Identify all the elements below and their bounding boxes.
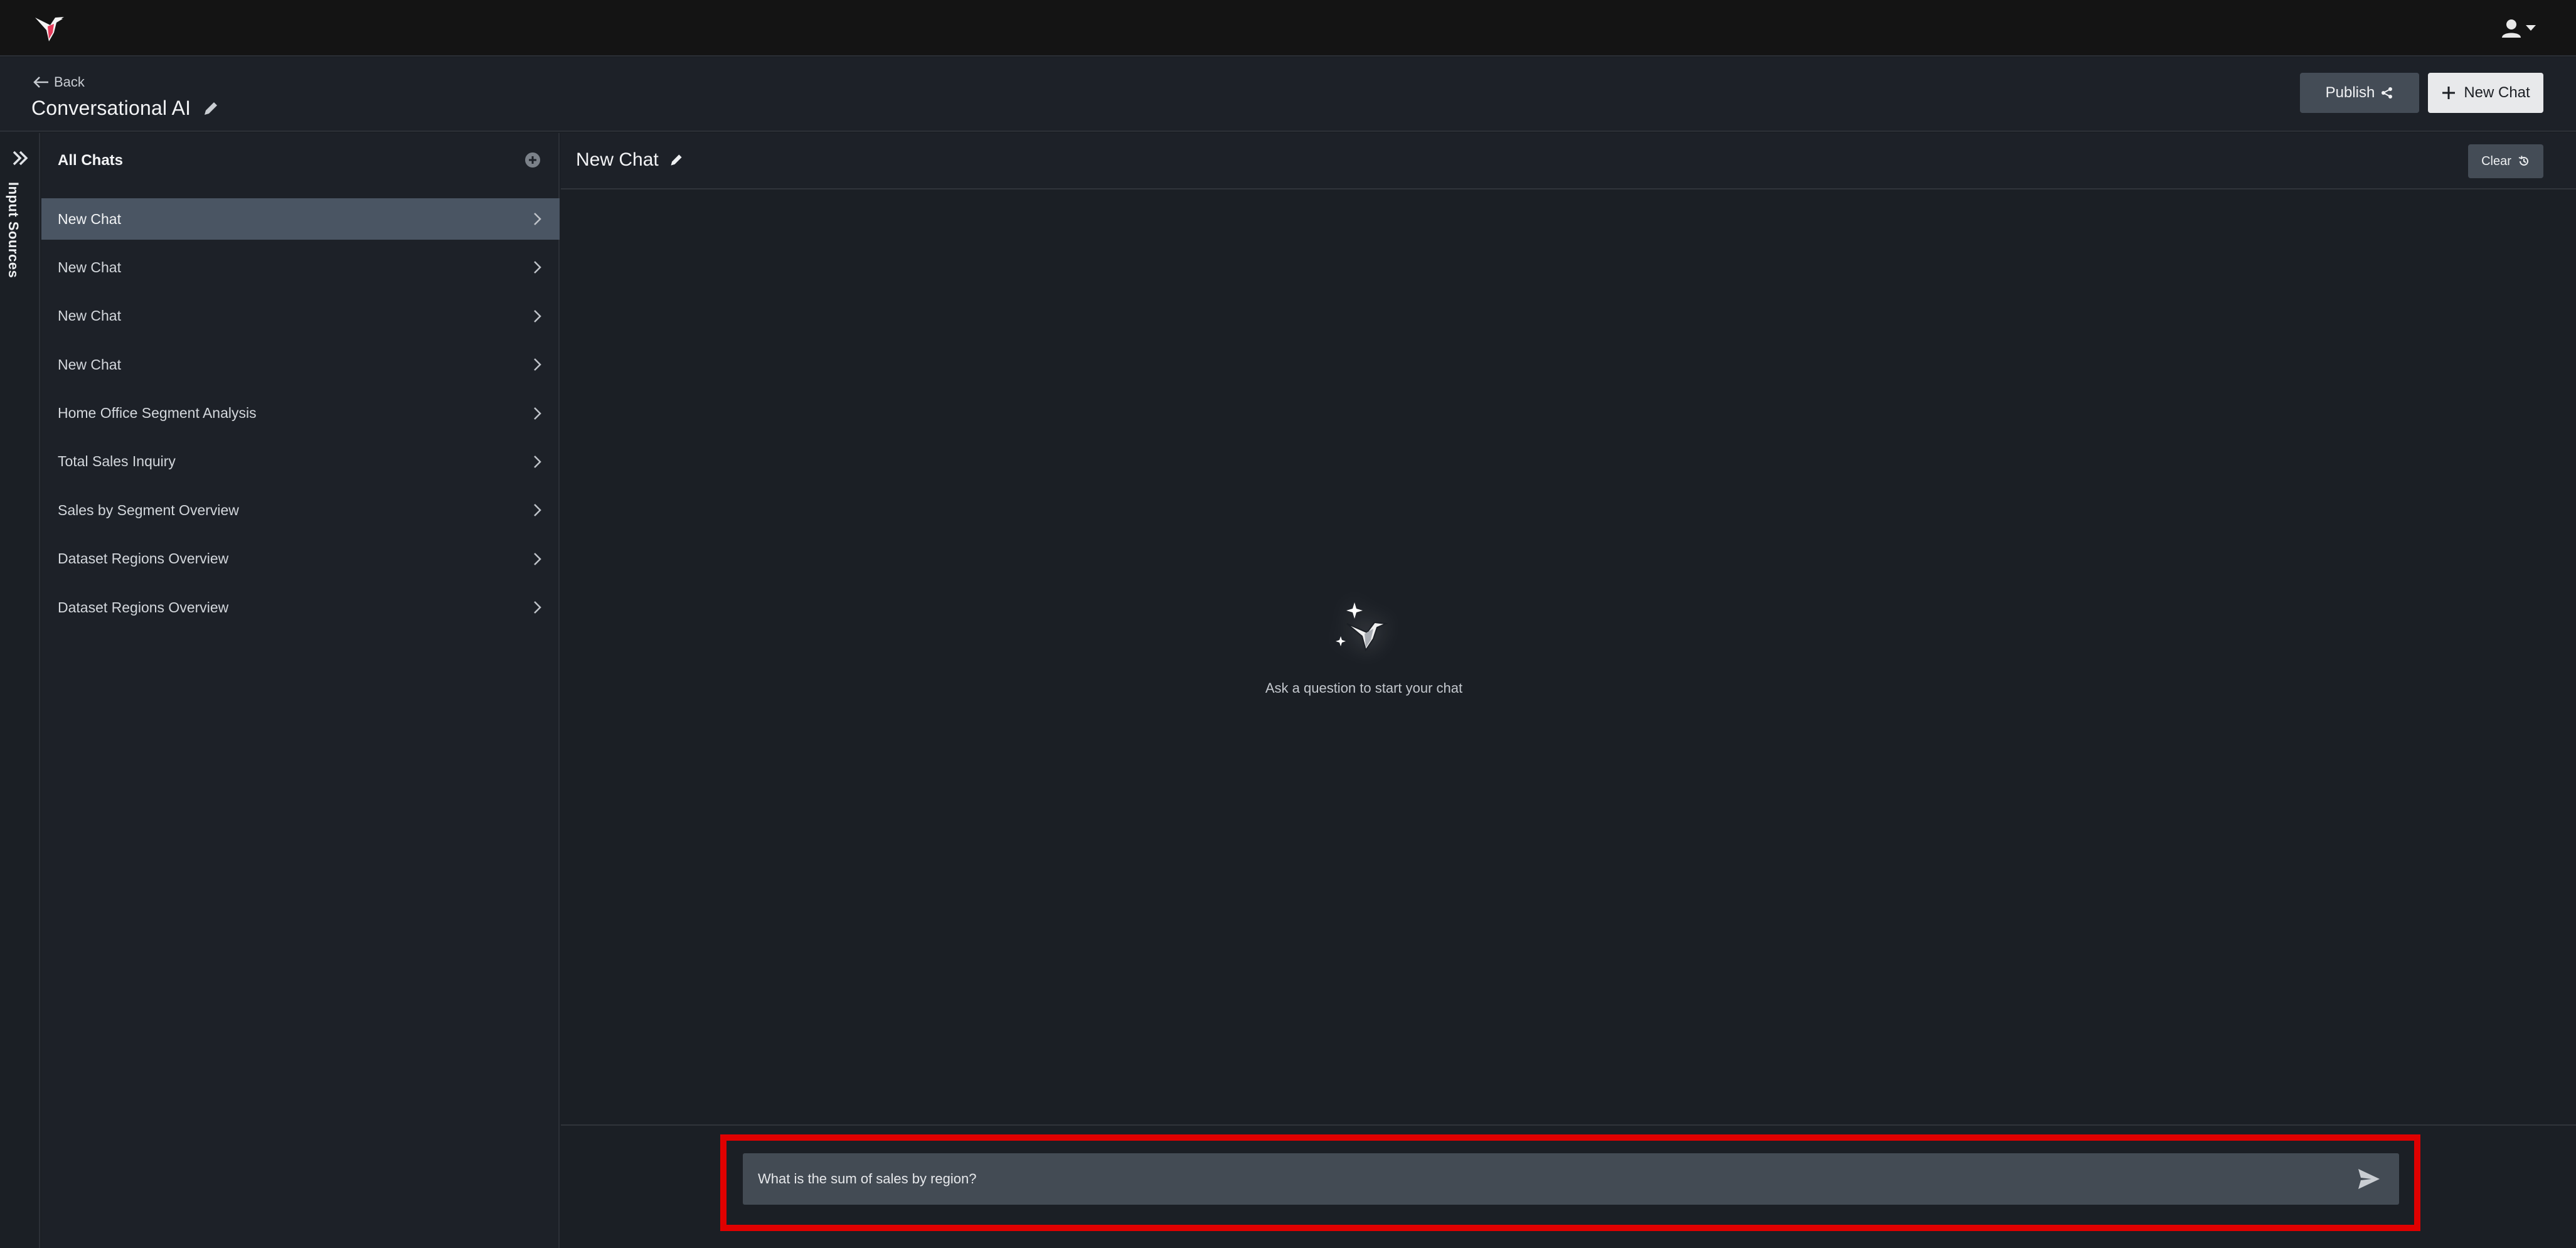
chat-list-item[interactable]: New Chat xyxy=(41,247,560,288)
clear-label: Clear xyxy=(2481,154,2511,168)
chevron-right-icon xyxy=(530,259,545,275)
chevron-right-icon xyxy=(530,502,545,518)
chat-list-item[interactable]: Dataset Regions Overview xyxy=(41,538,560,580)
empty-state: Ask a question to start your chat xyxy=(561,597,2167,696)
top-bar xyxy=(0,0,2576,56)
user-icon xyxy=(2501,18,2522,39)
chevron-right-icon xyxy=(530,308,545,324)
chat-input-container xyxy=(743,1153,2399,1205)
chat-pane: New Chat Clear Ask a question to start y… xyxy=(561,133,2576,1248)
chat-list-item[interactable]: Sales by Segment Overview xyxy=(41,489,560,531)
double-chevron-right-icon[interactable] xyxy=(9,147,31,169)
chat-list-item[interactable]: New Chat xyxy=(41,344,560,385)
chevron-right-icon xyxy=(530,454,545,470)
sparkle-hummingbird-icon xyxy=(1329,597,1398,666)
plus-icon xyxy=(2441,85,2456,100)
arrow-left-icon xyxy=(33,76,49,88)
share-icon xyxy=(2381,87,2393,99)
back-label: Back xyxy=(54,74,85,90)
clear-button[interactable]: Clear xyxy=(2468,144,2543,178)
chat-list-item[interactable]: Total Sales Inquiry xyxy=(41,441,560,483)
chat-list-item-label: Total Sales Inquiry xyxy=(58,453,176,470)
chevron-right-icon xyxy=(530,551,545,567)
publish-label: Publish xyxy=(2325,84,2375,101)
chat-list: New Chat New Chat New Chat New Chat Home Off… xyxy=(41,198,560,636)
pencil-icon[interactable] xyxy=(669,152,684,168)
chevron-right-icon xyxy=(530,599,545,616)
caret-down-icon xyxy=(2526,25,2536,31)
send-button[interactable] xyxy=(2356,1167,2382,1191)
new-chat-label: New Chat xyxy=(2464,84,2530,101)
all-chats-title: All Chats xyxy=(58,152,124,169)
chat-list-item[interactable]: New Chat xyxy=(41,296,560,337)
chat-list-item-label: Dataset Regions Overview xyxy=(58,599,229,616)
chat-list-item-label: Dataset Regions Overview xyxy=(58,550,229,567)
chat-input[interactable] xyxy=(743,1153,2349,1205)
chat-title-text: New Chat xyxy=(576,149,659,170)
chats-sidebar: All Chats New Chat New Chat New Chat New Ch… xyxy=(41,133,560,1248)
chat-list-item[interactable]: Dataset Regions Overview xyxy=(41,587,560,628)
send-icon xyxy=(2356,1167,2382,1191)
chat-title: New Chat xyxy=(576,149,684,171)
history-icon xyxy=(2518,155,2530,168)
chat-list-item[interactable]: Home Office Segment Analysis xyxy=(41,393,560,434)
pencil-icon[interactable] xyxy=(202,100,220,117)
chat-list-item-label: New Chat xyxy=(58,356,121,373)
chat-list-item-label: New Chat xyxy=(58,307,121,324)
page-title: Conversational AI xyxy=(31,97,220,120)
new-chat-button[interactable]: New Chat xyxy=(2428,73,2543,113)
empty-state-message: Ask a question to start your chat xyxy=(1265,680,1463,696)
page-header: Back Conversational AI Publish New Chat xyxy=(0,58,2576,132)
page-title-text: Conversational AI xyxy=(31,97,191,119)
add-circle-icon[interactable] xyxy=(523,151,542,169)
input-sources-label[interactable]: Input Sources xyxy=(5,182,21,278)
chevron-right-icon xyxy=(530,211,545,227)
sidebar-header: All Chats xyxy=(41,133,558,189)
composer-area xyxy=(561,1124,2576,1248)
chat-list-item-label: Sales by Segment Overview xyxy=(58,501,239,518)
hummingbird-logo-icon[interactable] xyxy=(31,11,69,45)
chat-list-item-label: New Chat xyxy=(58,210,121,227)
chat-header: New Chat Clear xyxy=(561,133,2576,189)
user-menu[interactable] xyxy=(2501,13,2545,44)
publish-button[interactable]: Publish xyxy=(2300,73,2419,113)
input-sources-rail: Input Sources xyxy=(0,133,40,1248)
chat-list-item[interactable]: New Chat xyxy=(41,198,560,240)
back-link[interactable]: Back xyxy=(33,74,85,90)
chat-list-item-label: New Chat xyxy=(58,259,121,275)
chat-list-item-label: Home Office Segment Analysis xyxy=(58,405,257,422)
chevron-right-icon xyxy=(530,405,545,422)
chevron-right-icon xyxy=(530,356,545,373)
